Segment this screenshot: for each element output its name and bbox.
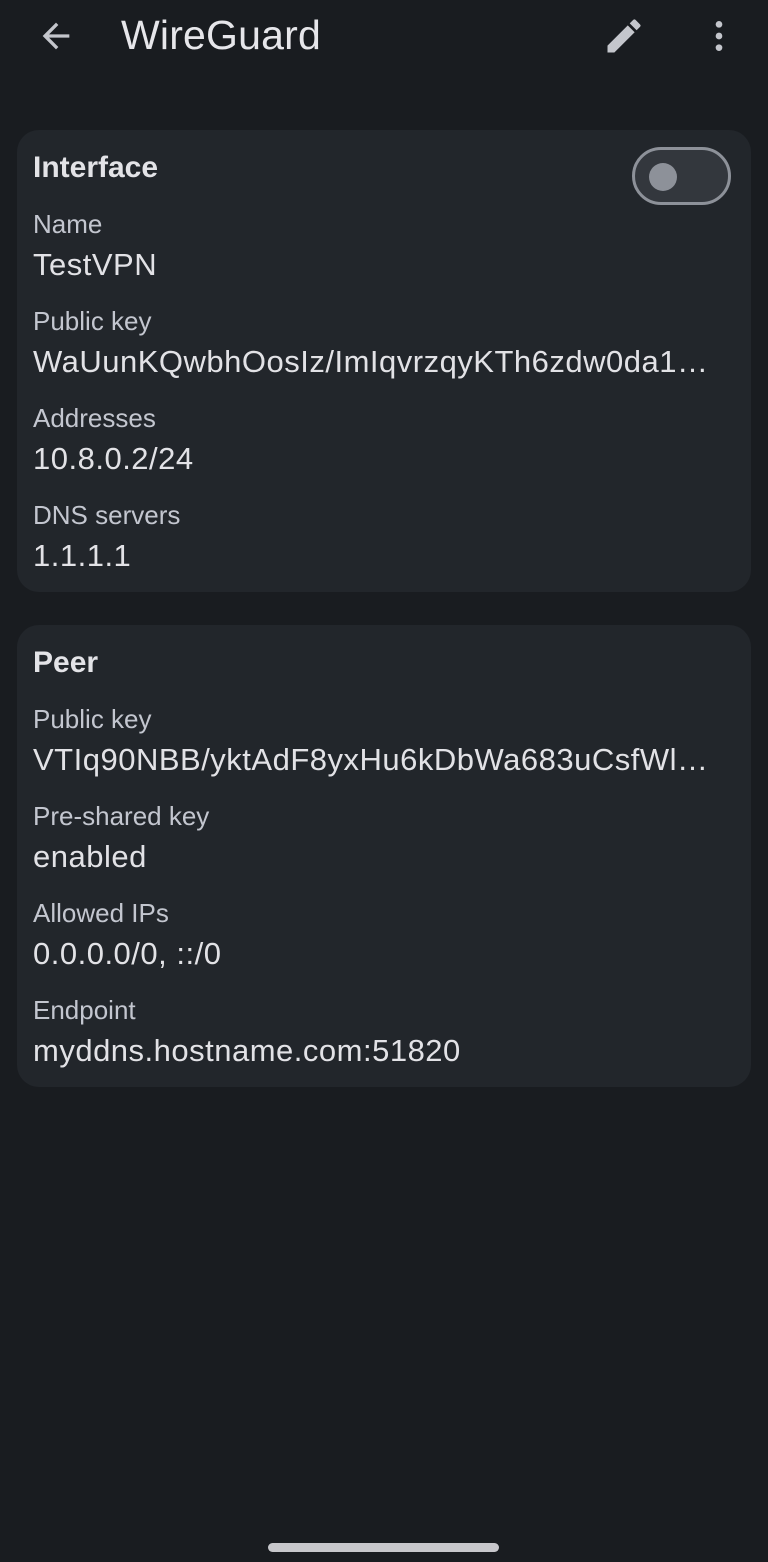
arrow-back-icon — [42, 22, 70, 50]
addresses-value: 10.8.0.2/24 — [33, 441, 194, 476]
more-vert-icon — [715, 21, 723, 51]
peer-card: Peer Public key VTIq90NBB/yktAdF8yxHu6kD… — [17, 625, 751, 1087]
interface-toggle[interactable] — [632, 147, 731, 205]
allowed-ips-value: 0.0.0.0/0, ::/0 — [33, 936, 222, 971]
name-value: TestVPN — [33, 247, 158, 282]
peer-public-key-value: VTIq90NBB/yktAdF8yxHu6kDbWa683uCsfWl… — [33, 742, 709, 777]
name-label: Name — [33, 209, 103, 239]
interface-public-key-label: Public key — [33, 306, 152, 336]
home-indicator[interactable] — [268, 1543, 499, 1552]
toggle-knob — [649, 163, 677, 191]
allowed-ips-label: Allowed IPs — [33, 898, 169, 928]
pencil-icon — [607, 19, 641, 53]
interface-title: Interface — [33, 151, 159, 184]
peer-public-key-label: Public key — [33, 704, 152, 734]
addresses-label: Addresses — [33, 403, 156, 433]
interface-card: Interface Name TestVPN Public key WaUunK… — [17, 130, 751, 592]
dns-servers-label: DNS servers — [33, 500, 181, 530]
more-options-button[interactable] — [694, 10, 744, 62]
pre-shared-key-value: enabled — [33, 839, 147, 874]
endpoint-value: myddns.hostname.com:51820 — [33, 1033, 461, 1068]
page-title: WireGuard — [121, 12, 322, 58]
interface-public-key-value: WaUunKQwbhOosIz/ImIqvrzqyKTh6zdw0da1… — [33, 344, 709, 379]
pre-shared-key-label: Pre-shared key — [33, 801, 210, 831]
peer-title: Peer — [33, 646, 99, 679]
app-bar: WireGuard — [0, 0, 768, 72]
edit-button[interactable] — [598, 10, 650, 62]
back-button[interactable] — [32, 12, 80, 60]
endpoint-label: Endpoint — [33, 995, 136, 1025]
dns-servers-value: 1.1.1.1 — [33, 538, 132, 573]
